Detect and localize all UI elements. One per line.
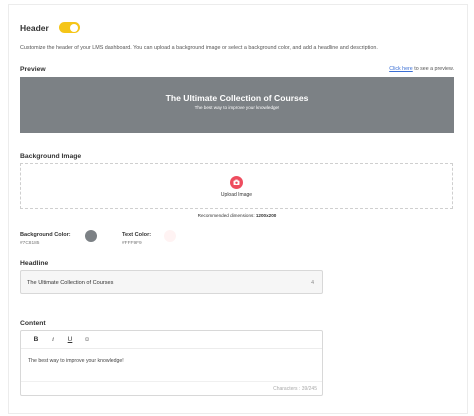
headline-char-count: 4 bbox=[311, 280, 314, 286]
recommended-dimensions: Recommended dimensions: 1200x200 bbox=[0, 213, 474, 218]
upload-label: Upload Image bbox=[220, 192, 253, 198]
camera-icon bbox=[230, 176, 243, 189]
editor-footer: Characters : 39/245 bbox=[21, 381, 322, 395]
bold-button[interactable]: B bbox=[29, 336, 43, 343]
content-label: Content bbox=[20, 320, 46, 327]
editor-toolbar: B i U ☺ bbox=[21, 331, 322, 349]
recommended-text: Recommended dimensions: bbox=[197, 213, 256, 218]
editor-text[interactable]: The best way to improve your knowledge! bbox=[28, 358, 124, 364]
preview-hint-text: to see a preview. bbox=[412, 66, 454, 72]
preview-hint: Click here to see a preview. bbox=[389, 66, 454, 72]
background-image-label: Background Image bbox=[20, 153, 82, 160]
underline-button[interactable]: U bbox=[63, 336, 77, 343]
toggle-knob bbox=[70, 23, 79, 32]
header-toggle[interactable] bbox=[58, 22, 80, 33]
background-color-field: Background Color: #7C8185 bbox=[20, 232, 71, 246]
background-color-value: #7C8185 bbox=[20, 241, 40, 246]
italic-button[interactable]: i bbox=[46, 336, 60, 343]
character-count: Characters : 39/245 bbox=[273, 386, 317, 392]
content-editor[interactable]: B i U ☺ The best way to improve your kno… bbox=[20, 330, 323, 396]
text-color-field: Text Color: #FFF9F9 bbox=[122, 232, 151, 246]
section-title: Header bbox=[20, 22, 49, 33]
emoji-icon[interactable]: ☺ bbox=[80, 336, 94, 343]
preview-title: The Ultimate Collection of Courses bbox=[165, 93, 309, 103]
recommended-value: 1200x200 bbox=[255, 213, 277, 218]
text-color-swatch[interactable] bbox=[164, 230, 176, 242]
preview-label: Preview bbox=[20, 66, 46, 73]
preview-subtitle: The best way to improve your knowledge! bbox=[194, 105, 280, 110]
text-color-value: #FFF9F9 bbox=[122, 241, 142, 246]
header-row: Header bbox=[20, 22, 80, 33]
upload-dropzone[interactable]: Upload Image bbox=[20, 163, 453, 209]
headline-label: Headline bbox=[20, 260, 49, 267]
header-description: Customize the header of your LMS dashboa… bbox=[20, 45, 378, 51]
preview-link[interactable]: Click here bbox=[389, 66, 413, 72]
text-color-label: Text Color: bbox=[122, 232, 152, 238]
background-color-swatch[interactable] bbox=[85, 230, 97, 242]
headline-input[interactable]: The Ultimate Collection of Courses 4 bbox=[20, 270, 323, 294]
headline-value: The Ultimate Collection of Courses bbox=[27, 280, 114, 286]
background-color-label: Background Color: bbox=[20, 232, 71, 238]
header-preview: The Ultimate Collection of Courses The b… bbox=[20, 77, 454, 133]
